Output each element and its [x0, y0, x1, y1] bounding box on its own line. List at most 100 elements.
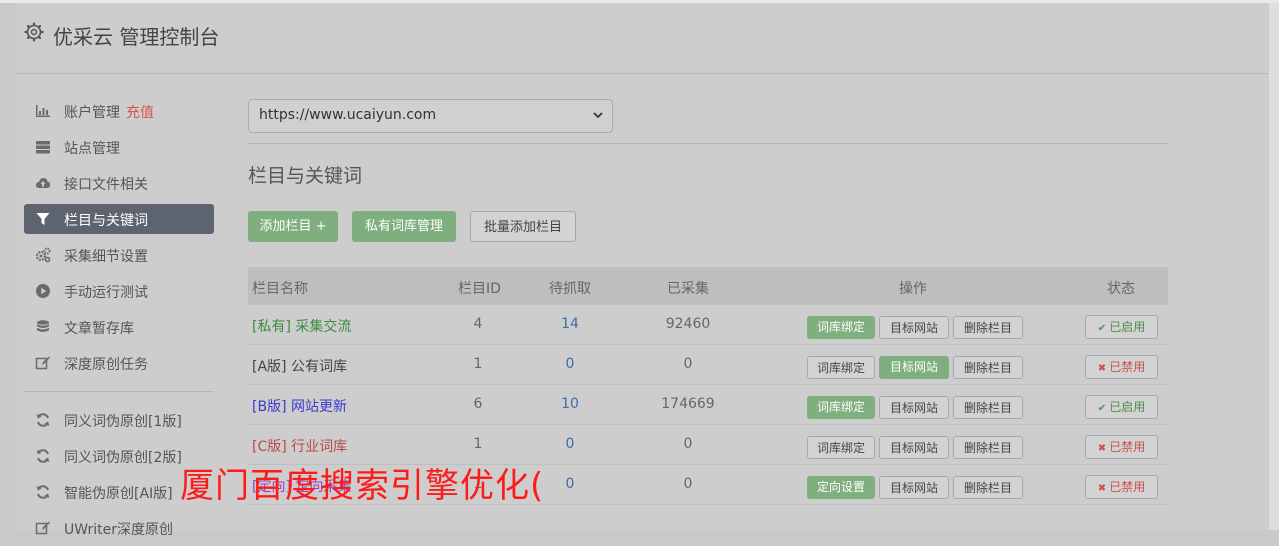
sidebar-item-label: 栏目与关键词 [64, 213, 148, 229]
collected-count: 174669 [661, 396, 715, 412]
sidebar-item-b-3[interactable]: UWriter深度原创 [24, 510, 214, 546]
delete-column-button[interactable]: 删除栏目 [953, 396, 1023, 419]
sidebar-item-label: 站点管理 [64, 141, 120, 157]
cogs-icon [35, 247, 51, 263]
column-id: 1 [473, 436, 483, 452]
column-name: [C版] 行业词库 [252, 439, 348, 455]
sidebar-item-label: 同义词伪原创[1版] [64, 414, 182, 430]
table-row: [B版] 网站更新 6 10 174669 词库绑定 目标网站 删除栏目 ✔ 已启用 [248, 385, 1168, 425]
collected-count: 92460 [665, 316, 711, 332]
sidebar-item-b-0[interactable]: 同义词伪原创[1版] [24, 402, 214, 438]
delete-column-button[interactable]: 删除栏目 [953, 476, 1023, 499]
status-toggle[interactable]: ✔ 已启用 [1085, 315, 1158, 339]
status-label: 已禁用 [1109, 480, 1146, 494]
delete-column-button[interactable]: 删除栏目 [953, 356, 1023, 379]
delete-column-button[interactable]: 删除栏目 [953, 436, 1023, 459]
sidebar-item-a-6[interactable]: 文章暂存库 [24, 309, 214, 345]
sidebar-item-label: 采集细节设置 [64, 249, 148, 265]
recharge-link[interactable]: 充值 [126, 105, 154, 121]
table-header: 栏目名称 栏目ID 待抓取 已采集 操作 状态 [248, 267, 1168, 305]
lexicon-bind-button[interactable]: 词库绑定 [807, 396, 875, 419]
divider [248, 143, 1168, 144]
site-select-value: https://www.ucaiyun.com [259, 107, 437, 123]
pending-count[interactable]: 0 [545, 436, 595, 452]
sidebar-item-a-3[interactable]: 栏目与关键词 [24, 204, 214, 234]
sidebar-item-label: 手动运行测试 [64, 285, 148, 301]
close-icon: ✖ [1097, 483, 1107, 494]
sidebar-item-a-7[interactable]: 深度原创任务 [24, 345, 214, 381]
private-lexicon-button[interactable]: 私有词库管理 [352, 211, 456, 242]
status-toggle[interactable]: ✔ 已启用 [1085, 395, 1158, 419]
close-icon: ✖ [1097, 363, 1107, 374]
pending-count[interactable]: 10 [545, 396, 595, 412]
status-toggle[interactable]: ✖ 已禁用 [1085, 355, 1158, 379]
table-row: [私有] 采集交流 4 14 92460 词库绑定 目标网站 删除栏目 ✔ 已启用 [248, 305, 1168, 345]
site-select[interactable]: https://www.ucaiyun.com [248, 99, 613, 133]
lexicon-bind-button[interactable]: 词库绑定 [807, 356, 875, 379]
target-site-button[interactable]: 目标网站 [879, 476, 949, 499]
column-id: 6 [473, 396, 483, 412]
column-name: [私有] 采集交流 [252, 319, 352, 335]
sidebar-item-label: 智能伪原创[AI版] [64, 486, 173, 502]
status-label: 已禁用 [1109, 440, 1146, 454]
th-collected: 已采集 [667, 281, 709, 297]
edit-icon [35, 520, 51, 536]
th-name: 栏目名称 [252, 281, 308, 297]
add-column-button[interactable]: 添加栏目 + [248, 211, 338, 242]
status-toggle[interactable]: ✖ 已禁用 [1085, 475, 1158, 499]
gear-icon [24, 22, 44, 42]
sidebar-item-a-1[interactable]: 站点管理 [24, 129, 214, 165]
check-icon: ✔ [1097, 323, 1107, 334]
column-id: 1 [473, 356, 483, 372]
batch-add-button[interactable]: 批量添加栏目 [470, 211, 576, 242]
header: 优采云 管理控制台 [15, 3, 1269, 74]
target-site-button[interactable]: 目标网站 [879, 396, 949, 419]
check-icon: ✔ [1097, 403, 1107, 414]
delete-column-button[interactable]: 删除栏目 [953, 316, 1023, 339]
server-icon [35, 139, 51, 155]
scrollbar-track[interactable] [1269, 3, 1279, 530]
chevron-down-icon [593, 112, 603, 119]
status-label: 已禁用 [1109, 360, 1146, 374]
edit-icon [35, 355, 51, 371]
sidebar-item-a-4[interactable]: 采集细节设置 [24, 237, 214, 273]
play-circle-icon [35, 283, 51, 299]
target-site-button[interactable]: 目标网站 [879, 316, 949, 339]
refresh-icon [35, 412, 51, 428]
sidebar-item-label: UWriter深度原创 [64, 522, 173, 538]
collected-count: 0 [683, 476, 693, 492]
sidebar-item-label: 同义词伪原创[2版] [64, 450, 182, 466]
sidebar-item-a-5[interactable]: 手动运行测试 [24, 273, 214, 309]
sidebar-item-a-0[interactable]: 账户管理 充值 [24, 93, 214, 129]
lexicon-bind-button[interactable]: 定向设置 [807, 476, 875, 499]
th-pending: 待抓取 [549, 281, 591, 297]
lexicon-bind-button[interactable]: 词库绑定 [807, 316, 875, 339]
sidebar-item-a-2[interactable]: 接口文件相关 [24, 165, 214, 201]
column-name: [A版] 公有词库 [252, 359, 347, 375]
page-title: 栏目与关键词 [248, 165, 363, 187]
app-title: 优采云 管理控制台 [53, 25, 220, 49]
status-toggle[interactable]: ✖ 已禁用 [1085, 435, 1158, 459]
database-icon [35, 319, 51, 335]
pending-count[interactable]: 14 [545, 316, 595, 332]
refresh-icon [35, 448, 51, 464]
sidebar-item-label: 文章暂存库 [64, 321, 134, 337]
target-site-button[interactable]: 目标网站 [879, 356, 949, 379]
cloud-upload-icon [35, 175, 51, 191]
sidebar-item-label: 深度原创任务 [64, 357, 148, 373]
th-status: 状态 [1107, 281, 1135, 297]
sidebar-item-label: 账户管理 充值 [64, 105, 154, 121]
column-name: [B版] 网站更新 [252, 399, 347, 415]
table-row: [A版] 公有词库 1 0 0 词库绑定 目标网站 删除栏目 ✖ 已禁用 [248, 345, 1168, 385]
sidebar-divider [24, 391, 214, 392]
status-label: 已启用 [1109, 400, 1146, 414]
close-icon: ✖ [1097, 443, 1107, 454]
app-shell: 优采云 管理控制台 账户管理 充值 站点管理 接口文件相关 栏目与关键词 采集细节设置 手动… [15, 3, 1269, 538]
target-site-button[interactable]: 目标网站 [879, 436, 949, 459]
pending-count[interactable]: 0 [545, 476, 595, 492]
bar-chart-icon [35, 103, 51, 119]
pending-count[interactable]: 0 [545, 356, 595, 372]
collected-count: 0 [683, 436, 693, 452]
collected-count: 0 [683, 356, 693, 372]
lexicon-bind-button[interactable]: 词库绑定 [807, 436, 875, 459]
